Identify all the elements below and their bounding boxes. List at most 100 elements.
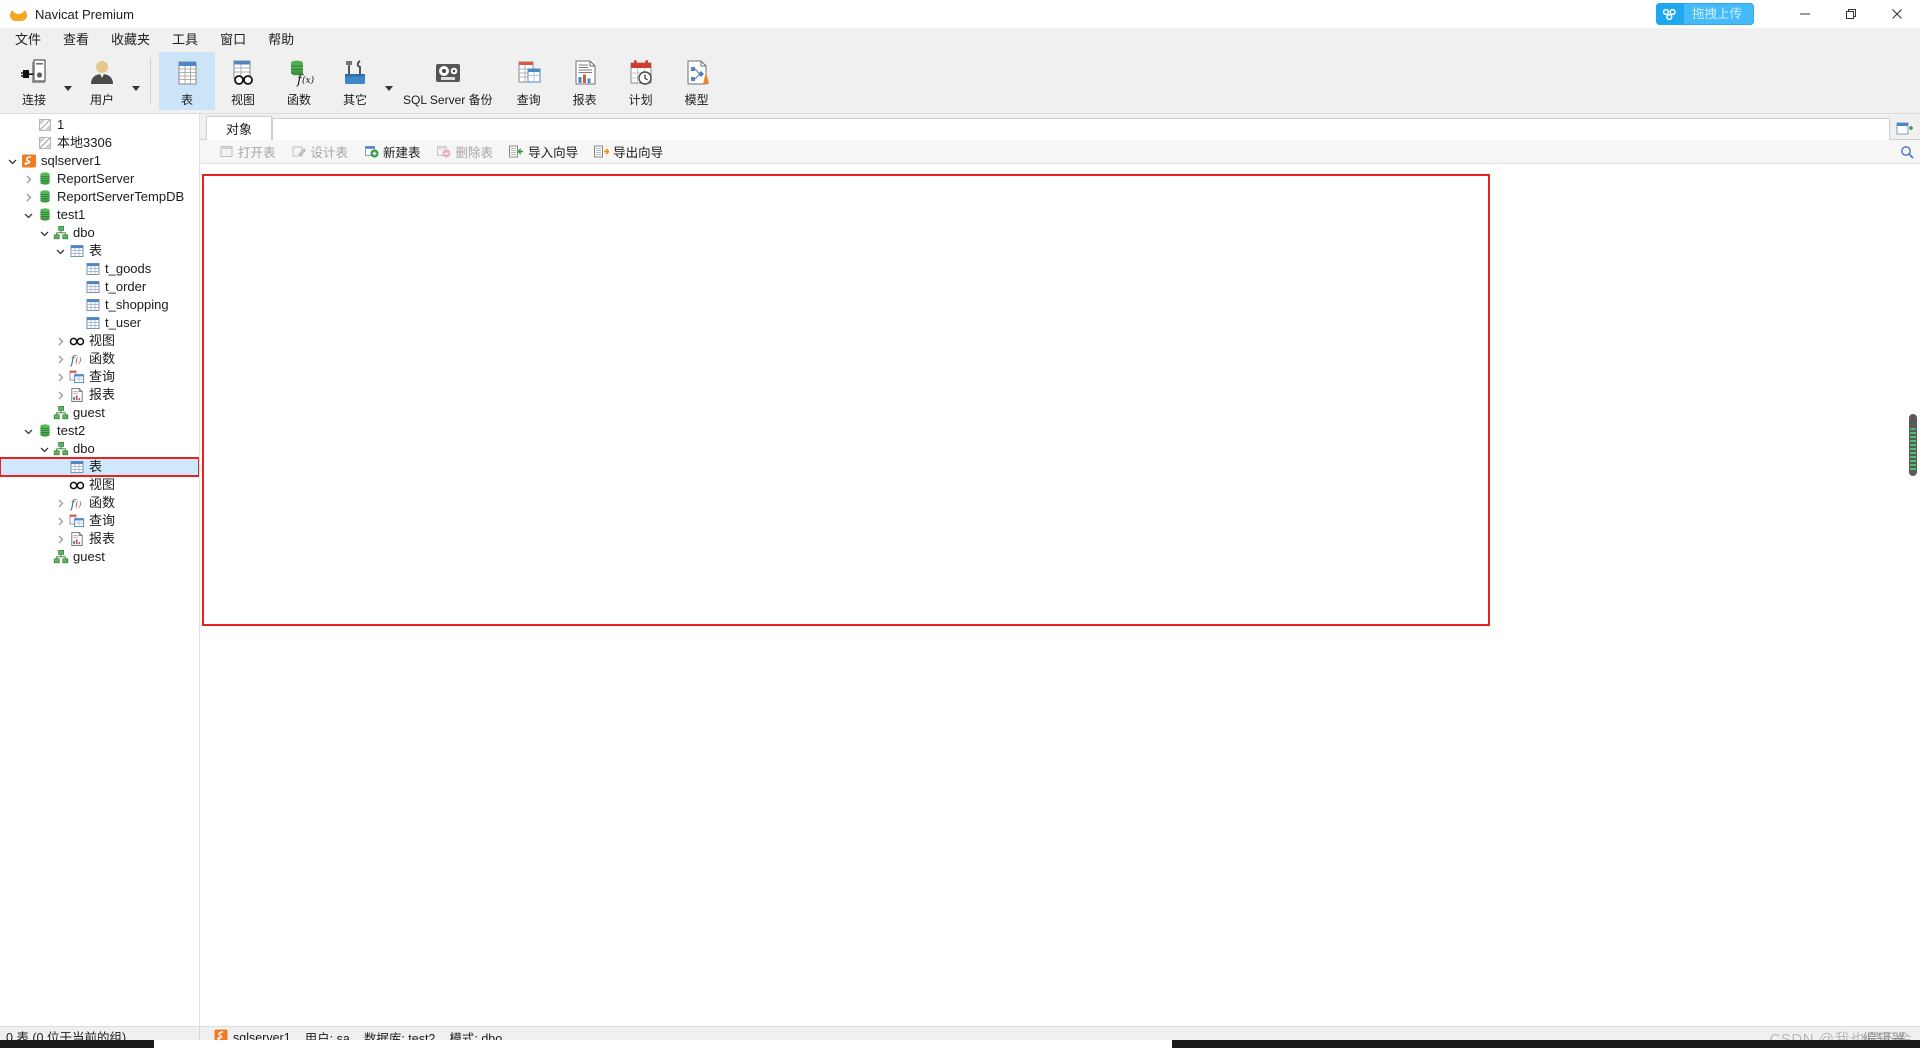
tab-objects[interactable]: 对象 xyxy=(206,116,272,140)
tree-item-label: sqlserver1 xyxy=(41,153,101,168)
chevron-right-icon[interactable] xyxy=(52,530,68,548)
drag-upload-label: 拖拽上传 xyxy=(1691,7,1742,21)
import-wizard-icon xyxy=(509,144,524,159)
chevron-right-icon[interactable] xyxy=(20,188,36,206)
server-plug-icon xyxy=(19,56,49,90)
toolbar-button-report[interactable]: 报表 xyxy=(557,52,613,110)
connection-dropdown-caret-icon[interactable] xyxy=(62,52,74,110)
delete-table-label: 删除表 xyxy=(455,146,494,160)
toolbar-button-schedule[interactable]: 计划 xyxy=(613,52,669,110)
toolbar-button-query[interactable]: 查询 xyxy=(501,52,557,110)
tree-item-1[interactable]: 1 xyxy=(0,116,199,134)
table-folder-icon xyxy=(68,458,86,476)
tree-item-guest[interactable]: guest xyxy=(0,548,199,566)
toolbar-label-connection: 连接 xyxy=(21,93,46,107)
tree-item-本地3306[interactable]: 本地3306 xyxy=(0,134,199,152)
open-table-button[interactable]: 打开表 xyxy=(212,140,283,163)
view-glasses-icon xyxy=(228,56,258,90)
tree-item-guest[interactable]: guest xyxy=(0,404,199,422)
toolbar-button-view[interactable]: 视图 xyxy=(215,52,271,110)
tree-item-label: 表 xyxy=(89,459,103,474)
toolbar-button-connection[interactable]: 连接 xyxy=(6,52,62,110)
menu-item-file[interactable]: 文件 xyxy=(4,28,52,52)
chevron-down-icon[interactable] xyxy=(20,422,36,440)
toolbar-label-schedule: 计划 xyxy=(628,93,653,107)
function-fx-icon: f() xyxy=(68,494,86,512)
open-table-icon xyxy=(219,144,234,159)
other-dropdown-caret-icon[interactable] xyxy=(383,52,395,110)
tree-item-t_user[interactable]: t_user xyxy=(0,314,199,332)
toolbar-button-other[interactable]: 其它 xyxy=(327,52,383,110)
chevron-right-icon[interactable] xyxy=(52,494,68,512)
drag-upload-button[interactable]: 拖拽上传 xyxy=(1655,3,1754,25)
user-dropdown-caret-icon[interactable] xyxy=(130,52,142,110)
toolbar-separator xyxy=(150,58,151,104)
chevron-right-icon[interactable] xyxy=(52,368,68,386)
close-icon[interactable] xyxy=(1874,0,1920,28)
tree-item-报表[interactable]: 报表 xyxy=(0,386,199,404)
new-table-button[interactable]: 新建表 xyxy=(357,140,428,163)
navigation-pane[interactable]: 1 本地3306 sqlserver1 ReportServer ReportServe… xyxy=(0,114,200,1026)
chevron-right-icon[interactable] xyxy=(52,386,68,404)
tree-item-test1[interactable]: test1 xyxy=(0,206,199,224)
tree-item-t_goods[interactable]: t_goods xyxy=(0,260,199,278)
baidu-cloud-icon xyxy=(1655,3,1684,25)
chevron-down-icon[interactable] xyxy=(52,242,68,260)
toolbar-label-report: 报表 xyxy=(572,93,597,107)
tree-item-reportservertempdb[interactable]: ReportServerTempDB xyxy=(0,188,199,206)
menu-item-window[interactable]: 窗口 xyxy=(209,28,257,52)
tree-item-视图[interactable]: 视图 xyxy=(0,332,199,350)
export-wizard-button[interactable]: 导出向导 xyxy=(587,140,670,163)
toolbar-button-model[interactable]: 模型 xyxy=(669,52,725,110)
restore-icon[interactable] xyxy=(1828,0,1874,28)
chevron-down-icon[interactable] xyxy=(20,206,36,224)
toolbar-button-function[interactable]: f (x) 函数 xyxy=(271,52,327,110)
menu-item-help[interactable]: 帮助 xyxy=(257,28,305,52)
tree-item-表[interactable]: 表 xyxy=(0,242,199,260)
tree-item-reportserver[interactable]: ReportServer xyxy=(0,170,199,188)
tree-item-查询[interactable]: 查询 xyxy=(0,512,199,530)
model-diagram-icon xyxy=(682,56,712,90)
tree-item-sqlserver1[interactable]: sqlserver1 xyxy=(0,152,199,170)
chevron-right-icon[interactable] xyxy=(52,332,68,350)
tree-item-test2[interactable]: test2 xyxy=(0,422,199,440)
tree-item-表[interactable]: 表 xyxy=(0,457,199,477)
tree-item-函数[interactable]: f() 函数 xyxy=(0,494,199,512)
chevron-down-icon[interactable] xyxy=(4,152,20,170)
import-wizard-button[interactable]: 导入向导 xyxy=(502,140,585,163)
tree-item-label: 视图 xyxy=(89,477,116,492)
object-toolbar: 打开表 设计表 新建表 删除表 导入向导 导出向导 xyxy=(200,140,1920,164)
tree-item-视图[interactable]: 视图 xyxy=(0,476,199,494)
title-bar-left: Navicat Premium xyxy=(0,6,134,23)
menu-item-favorites[interactable]: 收藏夹 xyxy=(100,28,161,52)
vertical-scrollbar[interactable] xyxy=(1906,164,1920,1026)
tree-item-查询[interactable]: 查询 xyxy=(0,368,199,386)
menu-item-tools[interactable]: 工具 xyxy=(161,28,209,52)
minimize-icon[interactable] xyxy=(1782,0,1828,28)
tree-item-报表[interactable]: 报表 xyxy=(0,530,199,548)
design-table-button[interactable]: 设计表 xyxy=(285,140,356,163)
tree-item-dbo[interactable]: dbo xyxy=(0,440,199,458)
taskbar-edge xyxy=(0,1040,1920,1048)
tree-item-t_order[interactable]: t_order xyxy=(0,278,199,296)
tree-item-函数[interactable]: f() 函数 xyxy=(0,350,199,368)
chevron-right-icon[interactable] xyxy=(52,350,68,368)
toolbar-button-table[interactable]: 表 xyxy=(159,52,215,110)
toolbar-button-user[interactable]: 用户 xyxy=(74,52,130,110)
tree-item-t_shopping[interactable]: t_shopping xyxy=(0,296,199,314)
report-icon xyxy=(570,56,600,90)
chevron-down-icon[interactable] xyxy=(36,224,52,242)
chevron-right-icon[interactable] xyxy=(52,512,68,530)
chevron-down-icon[interactable] xyxy=(36,440,52,458)
view-glasses-icon xyxy=(68,476,86,494)
object-list-area[interactable] xyxy=(200,164,1920,1026)
tree-item-dbo[interactable]: dbo xyxy=(0,224,199,242)
new-tab-icon[interactable] xyxy=(1890,116,1920,140)
chevron-right-icon[interactable] xyxy=(20,170,36,188)
menu-item-view[interactable]: 查看 xyxy=(52,28,100,52)
delete-table-button[interactable]: 删除表 xyxy=(430,140,501,163)
search-icon[interactable] xyxy=(1894,145,1920,159)
scrollbar-thumb[interactable] xyxy=(1909,414,1917,476)
toolbar-button-sqlserver-backup[interactable]: SQL Server 备份 xyxy=(395,52,501,110)
